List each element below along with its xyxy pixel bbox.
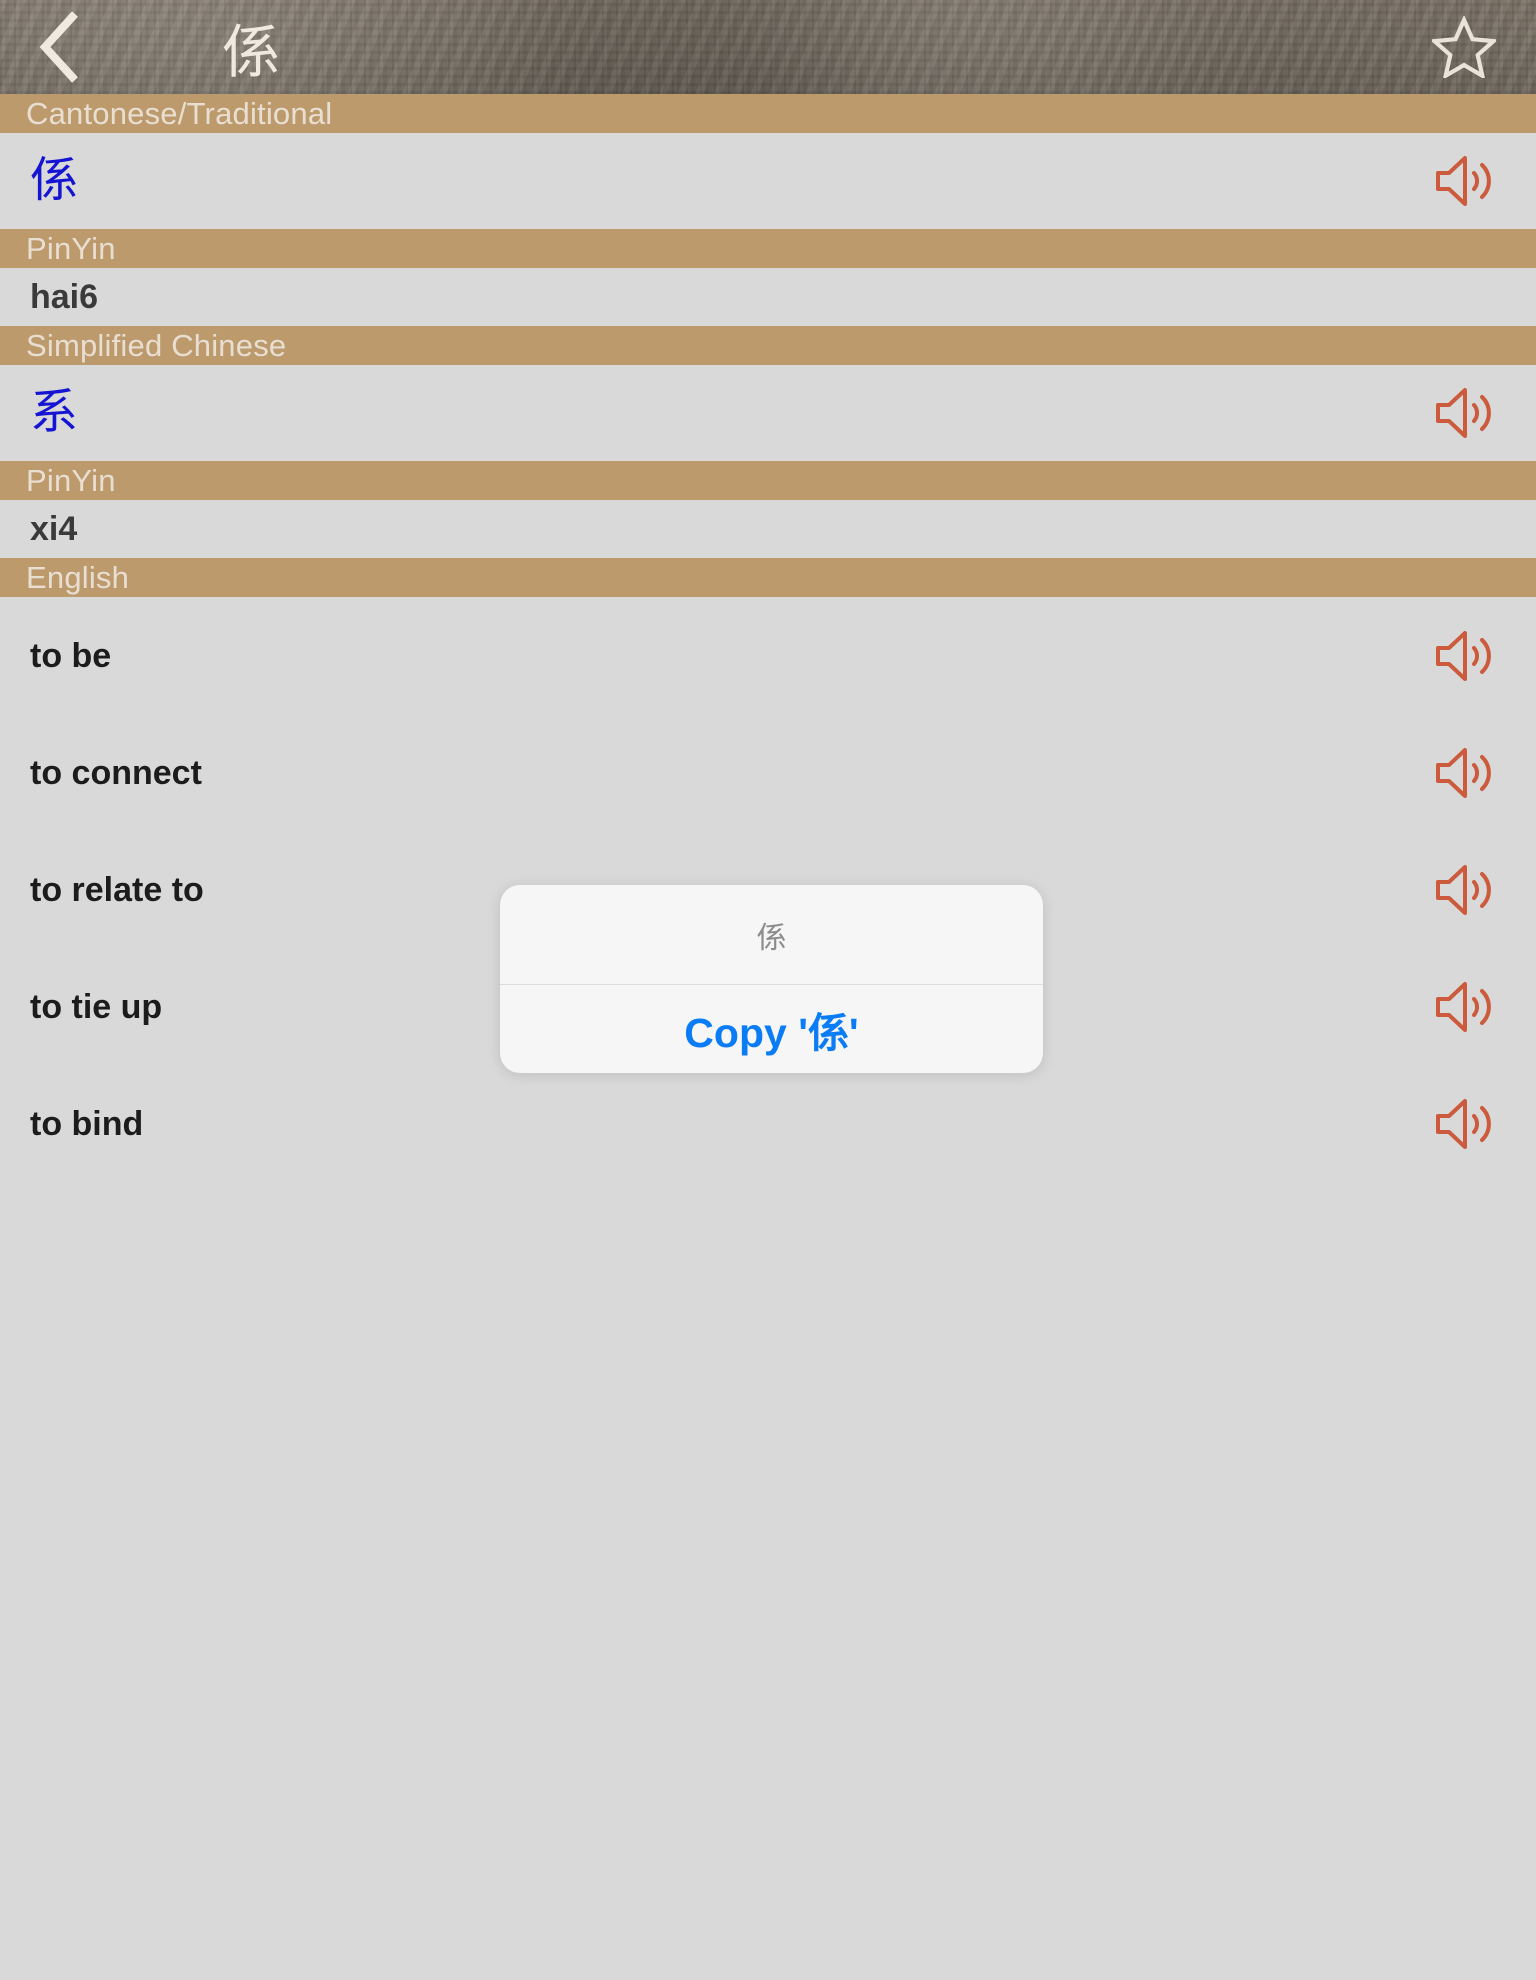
back-button[interactable] [14, 0, 106, 94]
favorite-button[interactable] [1414, 0, 1514, 94]
navbar: 係 [0, 0, 1536, 94]
copy-dialog: 係 Copy '係' [500, 885, 1043, 1073]
simplified-chinese-character[interactable]: 系 [30, 389, 78, 437]
speaker-icon[interactable] [1434, 386, 1496, 440]
copy-button[interactable]: Copy '係' [500, 985, 1043, 1073]
entry-row-english[interactable]: to connect [0, 714, 1536, 831]
english-definition[interactable]: to bind [30, 1107, 143, 1141]
pinyin-cantonese-value[interactable]: hai6 [30, 280, 98, 314]
copy-dialog-title: 係 [500, 885, 1043, 985]
chevron-left-icon [39, 11, 78, 83]
entry-row-simplified-chinese[interactable]: 系 [0, 365, 1536, 461]
entry-row-english[interactable]: to bind [0, 1065, 1536, 1182]
english-definition[interactable]: to relate to [30, 873, 204, 907]
section-header-english: English [0, 558, 1536, 597]
pinyin-mandarin-value[interactable]: xi4 [30, 512, 77, 546]
english-definition[interactable]: to connect [30, 756, 202, 790]
speaker-icon[interactable] [1434, 980, 1496, 1034]
speaker-icon[interactable] [1434, 1097, 1496, 1151]
section-header-cantonese-traditional: Cantonese/Traditional [0, 94, 1536, 133]
entry-row-pinyin-cantonese[interactable]: hai6 [0, 268, 1536, 326]
empty-list-area [0, 1182, 1536, 1980]
entry-row-english[interactable]: to be [0, 597, 1536, 714]
speaker-icon[interactable] [1434, 154, 1496, 208]
section-header-pinyin-mandarin: PinYin [0, 461, 1536, 500]
section-header-pinyin-cantonese: PinYin [0, 229, 1536, 268]
speaker-icon[interactable] [1434, 629, 1496, 683]
entry-row-cantonese-traditional[interactable]: 係 [0, 133, 1536, 229]
speaker-icon[interactable] [1434, 863, 1496, 917]
cantonese-traditional-character[interactable]: 係 [30, 157, 78, 205]
english-definition[interactable]: to be [30, 639, 111, 673]
section-header-simplified-chinese: Simplified Chinese [0, 326, 1536, 365]
star-outline-icon [1432, 16, 1496, 78]
page-title: 係 [222, 20, 281, 85]
english-definition[interactable]: to tie up [30, 990, 162, 1024]
speaker-icon[interactable] [1434, 746, 1496, 800]
entry-row-pinyin-mandarin[interactable]: xi4 [0, 500, 1536, 558]
